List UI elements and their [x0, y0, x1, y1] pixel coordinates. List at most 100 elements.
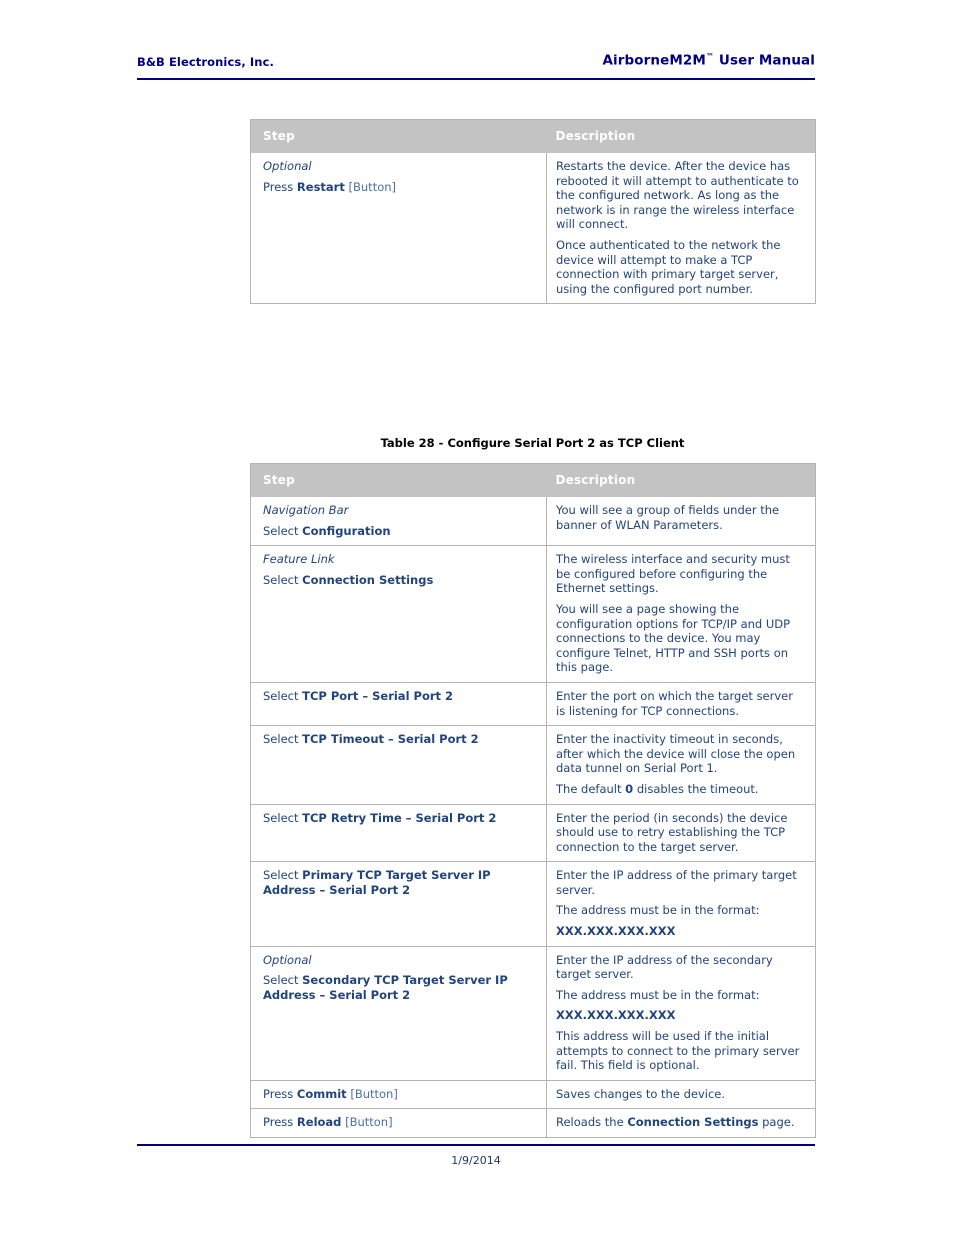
step-action-prefix: Press [263, 1115, 297, 1130]
header-manual-title-main: AirborneM2M [602, 52, 706, 69]
table-row: Navigation Bar Select Configuration You … [250, 497, 816, 546]
table-restart: Step Description Optional Press Restart … [250, 119, 816, 305]
step-qualifier: Optional [263, 952, 312, 967]
ip-address-format: XXX.XXX.XXX.XXX [556, 924, 676, 939]
table-row: Optional Select Secondary TCP Target Ser… [250, 945, 816, 1081]
cell-description: The wireless interface and security must… [546, 545, 816, 683]
cell-step: Select TCP Timeout – Serial Port 2 [250, 725, 547, 804]
cell-description: You will see a group of fields under the… [546, 497, 816, 546]
footer-divider [137, 1144, 815, 1146]
step-action-prefix: Press [263, 1086, 297, 1101]
description-paragraph: This address will be used if the initial… [556, 1029, 800, 1073]
table-row: Optional Press Restart [Button] Restarts… [250, 153, 816, 304]
cell-description: Enter the port on which the target serve… [546, 681, 816, 726]
cell-description: Enter the IP address of the secondary ta… [546, 945, 816, 1081]
step-action: Select Configuration [263, 524, 538, 539]
step-action: Select TCP Retry Time – Serial Port 2 [263, 811, 538, 826]
description-paragraph: The default 0 disables the timeout. [556, 781, 759, 796]
cell-description: Saves changes to the device. [546, 1079, 816, 1109]
footer-date: 1/9/2014 [451, 1154, 501, 1167]
column-header-description: Description [546, 119, 816, 153]
header-divider [137, 78, 815, 80]
step-action-target: Configuration [302, 523, 391, 538]
description-paragraph: Enter the port on which the target serve… [556, 688, 793, 718]
step-action-target: Commit [296, 1086, 347, 1101]
step-action-suffix: [Button] [344, 179, 397, 194]
cell-description: Restarts the device. After the device ha… [546, 153, 816, 304]
document-page: B&B Electronics, Inc. AirborneM2M™ User … [0, 0, 954, 1235]
cell-step: Optional Select Secondary TCP Target Ser… [250, 945, 547, 1081]
header-manual-title: AirborneM2M™ User Manual [603, 52, 816, 69]
cell-step: Press Reload [Button] [250, 1108, 547, 1138]
cell-step: Optional Press Restart [Button] [250, 153, 547, 304]
step-action-prefix: Press [263, 179, 297, 194]
step-action-prefix: Select [263, 973, 303, 988]
step-qualifier: Optional [263, 159, 312, 173]
step-action-target: Connection Settings [302, 572, 434, 587]
step-action: Select Connection Settings [263, 573, 538, 588]
description-paragraph: The wireless interface and security must… [556, 552, 790, 596]
step-action-target: TCP Retry Time – Serial Port 2 [302, 810, 497, 825]
description-paragraph: Enter the IP address of the primary targ… [556, 868, 797, 897]
step-action-target: TCP Port – Serial Port 2 [302, 688, 454, 703]
description-paragraph: You will see a page showing the configur… [556, 601, 791, 675]
header-manual-title-rest: User Manual [714, 52, 815, 69]
description-paragraph: The address must be in the format: [556, 987, 760, 1002]
description-paragraph: Enter the IP address of the secondary ta… [556, 952, 773, 982]
column-header-step: Step [250, 119, 547, 153]
step-action: Press Reload [Button] [263, 1115, 538, 1130]
step-action-prefix: Select [263, 688, 303, 703]
table-row: Select TCP Port – Serial Port 2 Enter th… [250, 681, 816, 726]
running-header: B&B Electronics, Inc. AirborneM2M™ User … [137, 52, 815, 69]
step-qualifier: Feature Link [263, 552, 335, 567]
trademark-icon: ™ [705, 52, 715, 61]
column-header-step: Step [250, 463, 547, 497]
table-row: Select TCP Timeout – Serial Port 2 Enter… [250, 725, 816, 804]
table-row: Press Commit [Button] Saves changes to t… [250, 1079, 816, 1109]
ip-address-format: XXX.XXX.XXX.XXX [556, 1008, 676, 1023]
cell-step: Feature Link Select Connection Settings [250, 545, 547, 683]
step-action-target: Reload [296, 1115, 342, 1130]
step-action: Press Restart [Button] [263, 180, 538, 195]
description-paragraph: Once authenticated to the network the de… [556, 237, 781, 296]
description-paragraph: The address must be in the format: [556, 903, 760, 918]
cell-step: Press Commit [Button] [250, 1079, 547, 1109]
cell-description: Enter the IP address of the primary targ… [546, 861, 816, 947]
table-header-row: Step Description [250, 463, 816, 497]
description-paragraph: Reloads the Connection Settings page. [556, 1115, 795, 1130]
table-row: Select Primary TCP Target Server IP Addr… [250, 861, 816, 947]
step-action-suffix: [Button] [346, 1086, 398, 1101]
step-qualifier: Navigation Bar [263, 503, 349, 517]
cell-description: Reloads the Connection Settings page. [546, 1108, 816, 1138]
step-action: Select TCP Port – Serial Port 2 [263, 689, 538, 704]
step-action: Select Primary TCP Target Server IP Addr… [263, 868, 538, 897]
step-action-prefix: Select [263, 810, 303, 825]
table-row: Feature Link Select Connection Settings … [250, 545, 816, 683]
step-action-target: TCP Timeout – Serial Port 2 [302, 732, 479, 747]
description-paragraph: Restarts the device. After the device ha… [556, 159, 799, 232]
step-action: Select Secondary TCP Target Server IP Ad… [263, 973, 538, 1002]
table-configure-serial-port-2-tcp-client: Step Description Navigation Bar Select C… [250, 463, 816, 1138]
column-header-description: Description [546, 463, 816, 497]
step-action-prefix: Select [263, 572, 303, 587]
cell-step: Select TCP Retry Time – Serial Port 2 [250, 803, 547, 862]
step-action-target: Restart [296, 179, 345, 194]
step-action: Select TCP Timeout – Serial Port 2 [263, 732, 538, 747]
step-action-prefix: Select [263, 732, 303, 747]
step-action-prefix: Select [263, 523, 303, 538]
description-paragraph: Enter the period (in seconds) the device… [556, 810, 788, 854]
table-row: Select TCP Retry Time – Serial Port 2 En… [250, 803, 816, 862]
table-row: Press Reload [Button] Reloads the Connec… [250, 1108, 816, 1138]
step-action: Press Commit [Button] [263, 1087, 538, 1102]
table-header-row: Step Description [250, 119, 816, 153]
cell-step: Select TCP Port – Serial Port 2 [250, 681, 547, 726]
cell-step: Select Primary TCP Target Server IP Addr… [250, 861, 547, 947]
table-caption: Table 28 - Configure Serial Port 2 as TC… [380, 436, 685, 450]
step-action-suffix: [Button] [341, 1115, 393, 1130]
description-paragraph: Saves changes to the device. [556, 1086, 726, 1101]
step-action-prefix: Select [263, 868, 303, 883]
cell-step: Navigation Bar Select Configuration [250, 497, 547, 546]
cell-description: Enter the inactivity timeout in seconds,… [546, 725, 816, 804]
description-paragraph: You will see a group of fields under the… [556, 503, 780, 532]
cell-description: Enter the period (in seconds) the device… [546, 803, 816, 862]
